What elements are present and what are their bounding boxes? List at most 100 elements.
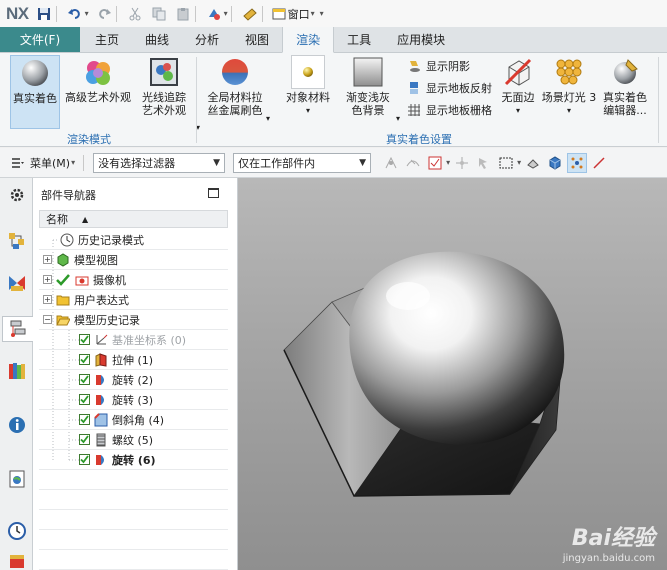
tree-row-model-history[interactable]: − 模型历史记录 [39,310,228,330]
ray-trace-art-button[interactable]: 光线追踪 艺术外观 ▾ [136,55,200,132]
tree-row-thread-5[interactable]: 螺纹 (5) [39,430,228,450]
tree-row-model-views[interactable]: + 模型视图 [39,250,228,270]
tree-row-revolve-2[interactable]: 旋转 (2) [39,370,228,390]
touch-mode-icon[interactable] [241,5,259,23]
select-dropdown-icon[interactable]: ▾ [446,158,450,167]
save-icon[interactable] [35,5,53,23]
checkbox-checked[interactable] [79,394,90,405]
paste-icon[interactable] [174,5,192,23]
no-face-edges-dropdown-icon[interactable]: ▾ [516,104,520,117]
move-handle-icon[interactable] [452,153,472,173]
column-header-name[interactable]: 名称 ▲ [39,210,228,228]
web-browser-icon[interactable] [4,466,30,492]
no-face-edges-button[interactable]: 无面边 ▾ [498,55,538,117]
window-dropdown-icon: ▾ [310,9,315,18]
global-material-dropdown-icon[interactable]: ▾ [266,112,270,125]
roles-icon[interactable] [4,554,30,568]
cut-icon[interactable] [126,5,144,23]
gradient-background-dropdown-icon[interactable]: ▾ [396,112,400,125]
tab-analysis[interactable]: 分析 [182,27,232,52]
checkbox-checked[interactable] [79,354,90,365]
undo-icon[interactable] [66,5,84,23]
group-label-render-mode: 渲染模式 [67,133,111,146]
info-icon[interactable] [4,412,30,438]
tab-curve[interactable]: 曲线 [132,27,182,52]
undo-dropdown-icon[interactable]: ▾ [85,9,89,18]
reuse-library-icon[interactable] [4,358,30,384]
tree-row-extrude-1[interactable]: 拉伸 (1) [39,350,228,370]
line-icon[interactable] [589,153,609,173]
copy-icon[interactable] [150,5,168,23]
watermark-brand: Bai经验 [571,526,655,551]
solid-body-icon[interactable] [545,153,565,173]
tab-view[interactable]: 视图 [232,27,282,52]
true-shading-editor-button[interactable]: 真实着色 编辑器... [600,55,650,117]
shadow-icon [406,58,422,74]
assembly-navigator-icon[interactable] [4,228,30,254]
object-material-button[interactable]: 对象材料 ▾ [282,55,334,117]
graphics-viewport[interactable]: Bai经验 jingyan.baidu.com [238,178,667,570]
checkbox-checked[interactable] [79,334,90,345]
expand-icon[interactable]: + [43,275,52,284]
tab-home[interactable]: 主页 [82,27,132,52]
global-material-button[interactable]: 全局材料拉 丝金属刷色 ▾ [204,55,270,123]
history-icon[interactable] [4,518,30,544]
show-floor-reflection-button[interactable]: 显示地板反射 [406,79,492,97]
checkbox-checked[interactable] [79,454,90,465]
checkbox-checked[interactable] [79,414,90,425]
true-shading-label: 真实着色 [13,92,57,105]
selection-scope-select[interactable]: 仅在工作部件内 ▼ [233,152,372,173]
rectangle-select-dropdown-icon[interactable]: ▾ [517,158,521,167]
advanced-art-appearance-icon [81,55,115,89]
scene-lights-button[interactable]: 场景灯光 3 ▾ [540,55,598,117]
tree-row-user-expressions[interactable]: + 用户表达式 [39,290,228,310]
chevron-down-icon: ▼ [359,157,367,168]
rectangle-select-icon[interactable] [496,153,516,173]
type-filter-select[interactable]: 没有选择过滤器 ▼ [93,152,226,173]
tab-render[interactable]: 渲染 [282,27,335,53]
camera-icon [74,272,90,288]
true-shading-button[interactable]: 真实着色 [10,55,60,129]
checkbox-checked[interactable] [79,374,90,385]
command-finder-icon[interactable] [8,153,28,173]
constraint-navigator-icon[interactable] [4,270,30,296]
gear-icon[interactable] [4,182,30,208]
title-bar: NX ▾ ▾ 窗口 ▾ ▾ [0,0,667,27]
tree-row-datum-csys[interactable]: 基准坐标系 (0) [39,330,228,350]
advanced-art-appearance-button[interactable]: 高级艺术外观 [62,55,134,104]
checkbox-checked[interactable] [79,434,90,445]
menu-button[interactable]: 菜单(M) ▾ [30,155,75,171]
ribbon-panel: 真实着色 高级艺术外观 光线追踪 艺术外观 ▾ 渲染模式 全局材料拉 丝金属刷色… [0,53,667,147]
tree-row-revolve-6[interactable]: 旋转 (6) [39,450,228,470]
tree-row-history-mode[interactable]: 历史记录模式 [39,230,228,250]
window-menu[interactable]: 窗口 ▾ ▾ [270,5,324,23]
tab-file[interactable]: 文件(F) [0,27,80,52]
collapse-icon[interactable]: − [43,315,52,324]
tree-row-chamfer-4[interactable]: 倒斜角 (4) [39,410,228,430]
repeat-command-icon[interactable] [205,5,223,23]
point-on-curve-icon[interactable] [403,153,423,173]
customize-quick-access-icon[interactable]: ▾ [320,9,324,18]
repeat-dropdown-icon[interactable]: ▾ [224,9,228,18]
tab-applications[interactable]: 应用模块 [384,27,458,52]
show-floor-grid-button[interactable]: 显示地板栅格 [406,101,492,119]
scene-lights-dropdown-icon[interactable]: ▾ [567,104,571,117]
part-navigator-icon[interactable] [2,316,33,342]
snap-point-icon[interactable] [381,153,401,173]
global-material-label-line2: 丝金属刷色 [207,104,263,117]
feature-select-icon[interactable] [474,153,494,173]
maximize-icon[interactable] [208,188,219,198]
snap-grid-icon[interactable] [567,152,588,173]
tree-row-revolve-3[interactable]: 旋转 (3) [39,390,228,410]
select-all-icon[interactable] [425,153,445,173]
gradient-background-button[interactable]: 渐变浅灰 色背景 ▾ [340,55,400,123]
deselect-icon[interactable] [523,153,543,173]
show-shadow-button[interactable]: 显示阴影 [406,57,470,75]
gradient-background-label-line1: 渐变浅灰 [346,91,390,104]
tab-tools[interactable]: 工具 [334,27,384,52]
object-material-dropdown-icon[interactable]: ▾ [306,104,310,117]
redo-icon[interactable] [95,5,113,23]
expand-icon[interactable]: + [43,255,52,264]
expand-icon[interactable]: + [43,295,52,304]
tree-row-cameras[interactable]: + 摄像机 [39,270,228,290]
